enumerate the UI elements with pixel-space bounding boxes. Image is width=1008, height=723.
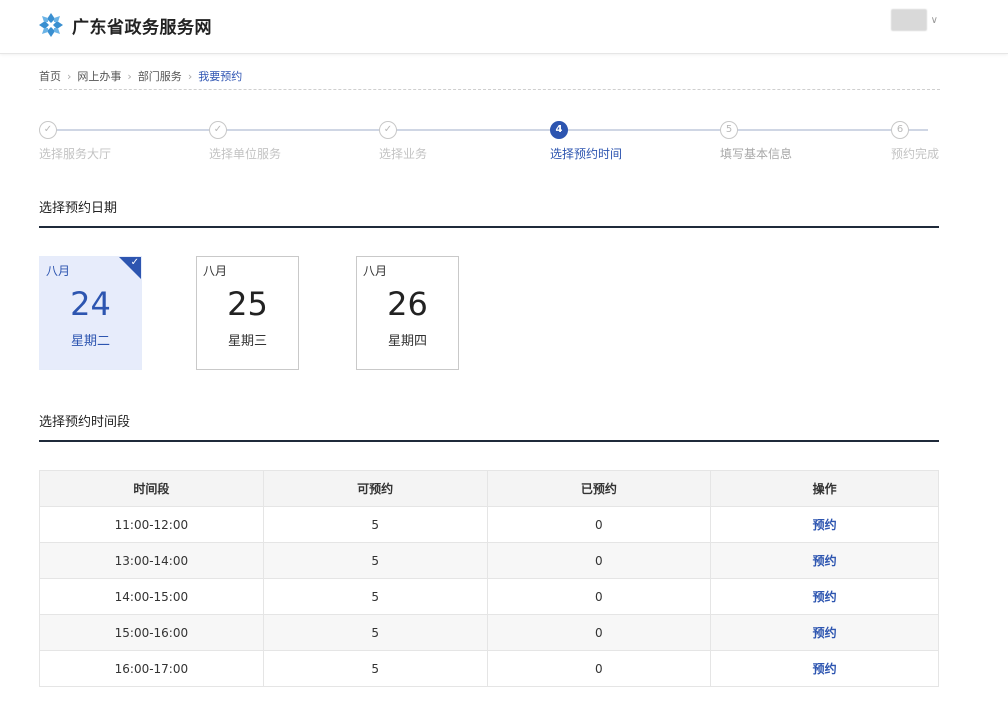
date-weekday: 星期四 xyxy=(387,334,427,349)
available-cell: 5 xyxy=(262,506,488,543)
step-label: 填写基本信息 xyxy=(720,147,793,161)
step-4: 4 选择预约时间 xyxy=(550,121,622,161)
snowflake-logo-icon[interactable] xyxy=(38,12,64,38)
breadcrumb: 首页 › 网上办事 › 部门服务 › 我要预约 xyxy=(39,69,940,90)
booked-cell: 0 xyxy=(486,614,712,651)
site-title[interactable]: 广东省政务服务网 xyxy=(72,13,212,38)
column-header: 时间段 xyxy=(39,470,264,507)
time-cell: 15:00-16:00 xyxy=(39,614,264,651)
date-card-26[interactable]: 八月 26 星期四 xyxy=(356,256,459,370)
steps-track xyxy=(48,129,928,131)
table-row: 13:00-14:00 5 0 预约 xyxy=(39,542,939,579)
booked-cell: 0 xyxy=(486,650,712,687)
booked-cell: 0 xyxy=(486,542,712,579)
avatar[interactable] xyxy=(890,9,927,31)
book-button[interactable]: 预约 xyxy=(710,578,939,615)
chevron-right-icon: › xyxy=(187,69,193,83)
booked-cell: 0 xyxy=(486,506,712,543)
step-label: 选择业务 xyxy=(379,147,428,161)
table-row: 11:00-12:00 5 0 预约 xyxy=(39,506,939,543)
check-icon: ✓ xyxy=(39,121,57,139)
table-header-row: 时间段 可预约 已预约 操作 xyxy=(39,470,939,507)
breadcrumb-department-services[interactable]: 部门服务 xyxy=(138,68,182,84)
book-button[interactable]: 预约 xyxy=(710,542,939,579)
date-weekday: 星期三 xyxy=(227,334,267,349)
step-label: 选择单位服务 xyxy=(209,147,282,161)
date-month: 八月 xyxy=(46,264,71,278)
time-cell: 13:00-14:00 xyxy=(39,542,264,579)
column-header: 可预约 xyxy=(262,470,488,507)
available-cell: 5 xyxy=(262,542,488,579)
step-6: 6 预约完成 xyxy=(891,121,939,161)
booked-cell: 0 xyxy=(486,578,712,615)
date-card-25[interactable]: 八月 25 星期三 xyxy=(196,256,299,370)
chevron-right-icon: › xyxy=(127,69,132,83)
time-slot-table: 时间段 可预约 已预约 操作 11:00-12:00 5 0 预约 13:00-… xyxy=(39,470,939,687)
step-1: ✓ 选择服务大厅 xyxy=(39,121,111,161)
check-icon: ✓ xyxy=(379,121,397,139)
table-row: 15:00-16:00 5 0 预约 xyxy=(39,614,939,651)
date-weekday: 星期二 xyxy=(70,334,110,349)
step-number: 5 xyxy=(720,121,738,139)
step-number: 4 xyxy=(550,121,568,139)
user-menu[interactable]: ∨ xyxy=(890,9,938,31)
column-header: 操作 xyxy=(710,470,939,507)
date-card-24[interactable]: ✓ 八月 24 星期二 xyxy=(39,256,142,370)
available-cell: 5 xyxy=(262,650,488,687)
column-header: 已预约 xyxy=(486,470,712,507)
available-cell: 5 xyxy=(262,578,488,615)
table-row: 16:00-17:00 5 0 预约 xyxy=(39,650,939,687)
step-5: 5 填写基本信息 xyxy=(720,121,792,161)
time-cell: 16:00-17:00 xyxy=(39,650,264,687)
available-cell: 5 xyxy=(262,614,488,651)
site-header: 广东省政务服务网 ∨ xyxy=(0,0,1008,54)
time-cell: 11:00-12:00 xyxy=(39,506,264,543)
date-month: 八月 xyxy=(203,264,228,278)
breadcrumb-home[interactable]: 首页 xyxy=(39,68,61,84)
breadcrumb-current: 我要预约 xyxy=(198,70,243,83)
date-section-title: 选择预约日期 xyxy=(39,197,939,228)
date-month: 八月 xyxy=(363,264,388,278)
step-label: 选择预约时间 xyxy=(550,147,623,161)
book-button[interactable]: 预约 xyxy=(710,614,939,651)
book-button[interactable]: 预约 xyxy=(710,650,939,687)
step-3: ✓ 选择业务 xyxy=(379,121,427,161)
step-2: ✓ 选择单位服务 xyxy=(209,121,281,161)
time-section-title: 选择预约时间段 xyxy=(39,411,939,442)
book-button[interactable]: 预约 xyxy=(710,506,939,543)
chevron-right-icon: › xyxy=(67,69,72,83)
progress-steps: ✓ 选择服务大厅 ✓ 选择单位服务 ✓ 选择业务 4 选择预约时间 5 填写基本… xyxy=(39,121,940,163)
date-day: 25 xyxy=(227,285,268,323)
table-row: 14:00-15:00 5 0 预约 xyxy=(39,578,939,615)
time-cell: 14:00-15:00 xyxy=(39,578,264,615)
step-label: 预约完成 xyxy=(891,147,940,161)
step-number: 6 xyxy=(891,121,909,139)
date-day: 24 xyxy=(70,285,111,323)
step-label: 选择服务大厅 xyxy=(39,147,112,161)
check-icon: ✓ xyxy=(130,257,139,268)
check-icon: ✓ xyxy=(209,121,227,139)
date-day: 26 xyxy=(387,285,428,323)
breadcrumb-online-services[interactable]: 网上办事 xyxy=(77,68,121,84)
chevron-down-icon[interactable]: ∨ xyxy=(931,15,938,26)
